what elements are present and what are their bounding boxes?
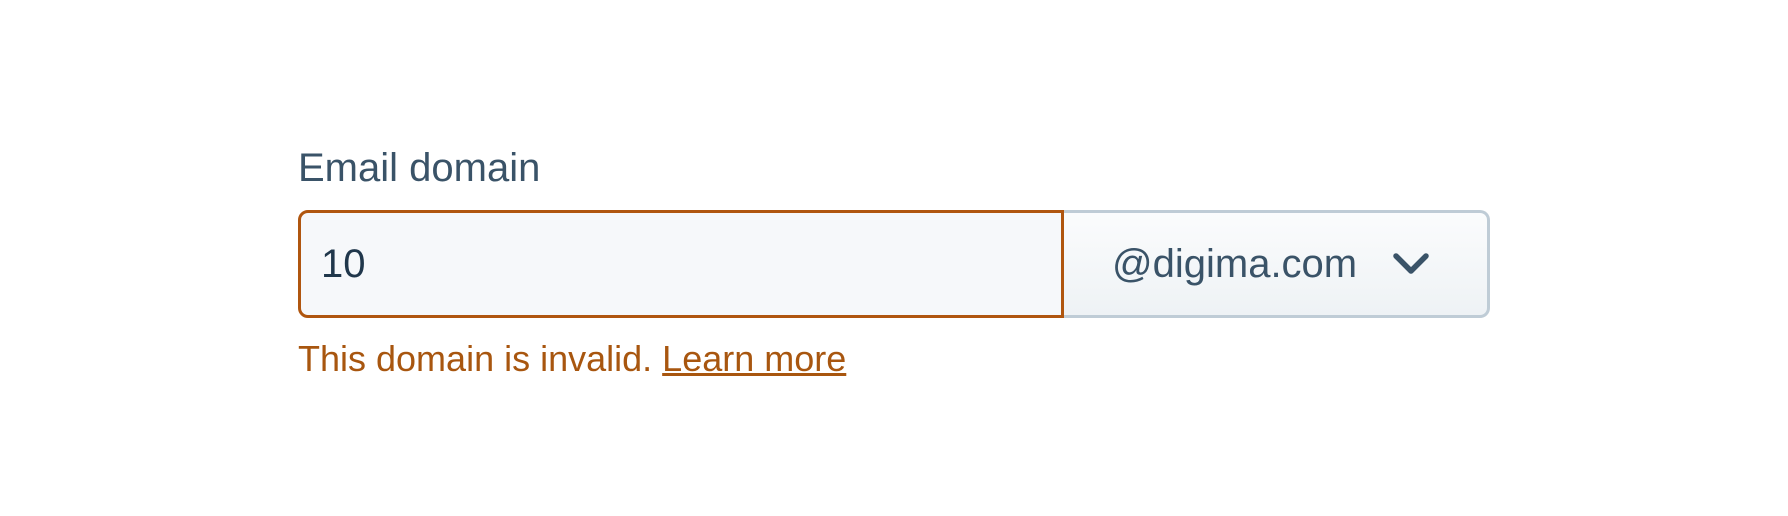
chevron-down-icon [1391, 251, 1431, 277]
error-text: This domain is invalid. [298, 338, 653, 379]
domain-select[interactable]: @digima.com [1064, 210, 1490, 318]
error-message: This domain is invalid. Learn more [298, 336, 1490, 382]
domain-select-value: @digima.com [1112, 241, 1358, 286]
input-group: @digima.com [298, 210, 1490, 318]
email-domain-field: Email domain @digima.com This domain is … [298, 140, 1490, 382]
domain-input[interactable] [298, 210, 1064, 318]
learn-more-link[interactable]: Learn more [662, 338, 846, 379]
field-label: Email domain [298, 146, 541, 190]
